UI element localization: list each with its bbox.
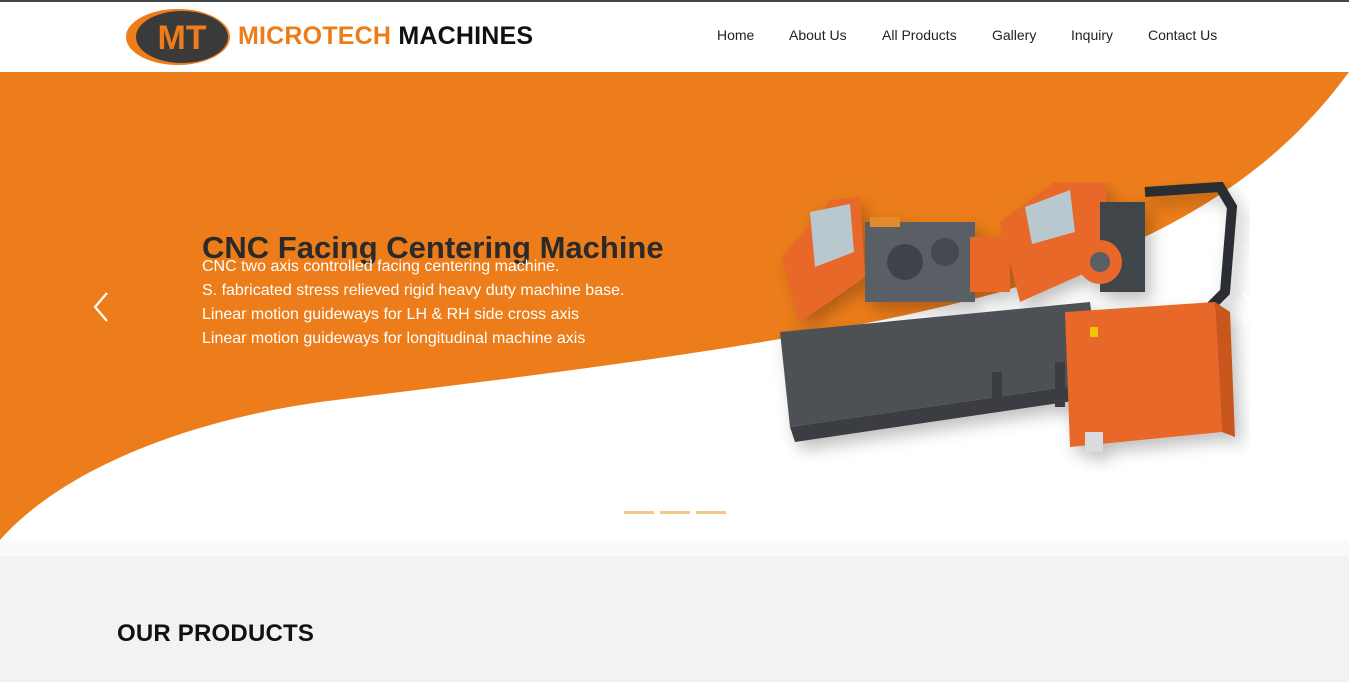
chevron-right-icon[interactable] [1236,290,1260,324]
products-section: OUR PRODUCTS [0,556,1349,682]
carousel-indicator-1[interactable] [624,511,654,514]
hero-feature: Linear motion guideways for longitudinal… [202,330,586,347]
nav-home[interactable]: Home [717,27,754,43]
nav-gallery[interactable]: Gallery [992,27,1036,43]
hero-feature: S. fabricated stress relieved rigid heav… [202,282,625,299]
hero-carousel: CNC Facing Centering Machine CNC two axi… [0,72,1349,540]
hero-feature: CNC two axis controlled facing centering… [202,258,560,275]
carousel-indicator-3[interactable] [696,511,726,514]
main-nav: Home About Us All Products Gallery Inqui… [0,27,1349,47]
hero-feature-list: CNC two axis controlled facing centering… [202,255,762,351]
carousel-indicators [624,511,734,517]
nav-about-us[interactable]: About Us [789,27,847,43]
chevron-left-icon[interactable] [90,290,114,324]
carousel-indicator-2[interactable] [660,511,690,514]
nav-contact-us[interactable]: Contact Us [1148,27,1217,43]
nav-all-products[interactable]: All Products [882,27,957,43]
hero-feature: Linear motion guideways for LH & RH side… [202,306,580,323]
section-divider [0,540,1349,556]
products-heading: OUR PRODUCTS [117,620,315,647]
site-header: MT MICROTECH MACHINES Home About Us All … [0,2,1349,72]
nav-inquiry[interactable]: Inquiry [1071,27,1113,43]
cnc-machine-image [780,182,1238,452]
